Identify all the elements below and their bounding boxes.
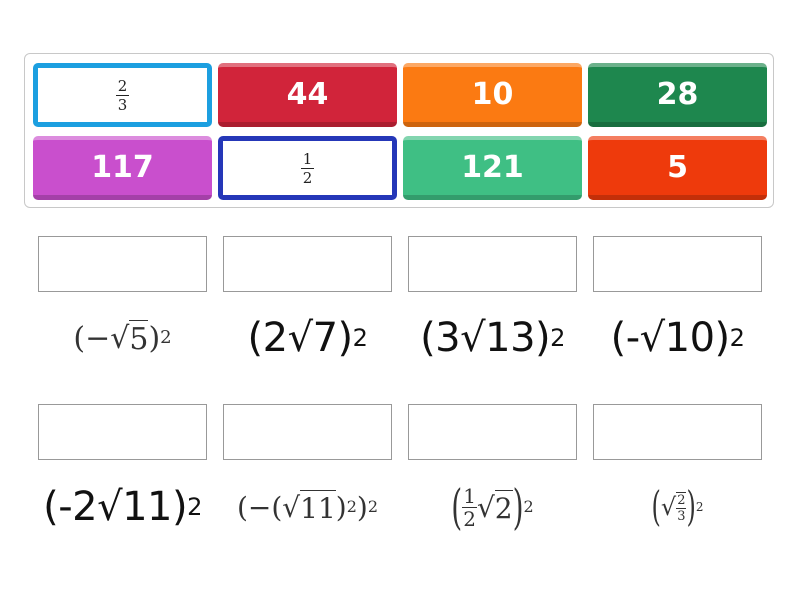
tile-fraction-2-3[interactable]: 2 3 bbox=[33, 63, 212, 127]
expression-neg-sqrt10-squared: (-√10) 2 bbox=[610, 315, 745, 361]
expression-neg-2sqrt11-squared: (-2√11) 2 bbox=[43, 484, 202, 530]
tile-10[interactable]: 10 bbox=[403, 63, 582, 127]
tile-label: 117 bbox=[91, 150, 154, 185]
drop-slot-2[interactable] bbox=[223, 236, 392, 292]
expression-neg-sqrt5-squared: (− √ 5) 2 bbox=[73, 319, 172, 357]
tile-label: 44 bbox=[286, 77, 329, 112]
drop-slot-6[interactable] bbox=[223, 404, 392, 460]
expression-sqrt-two-thirds-squared: (√ 2 3) 2 bbox=[651, 483, 704, 531]
drop-slot-7[interactable] bbox=[408, 404, 577, 460]
tile-label: 5 bbox=[667, 150, 688, 185]
tile-5[interactable]: 5 bbox=[588, 136, 767, 200]
tile-28[interactable]: 28 bbox=[588, 63, 767, 127]
fraction: 23 bbox=[676, 491, 687, 524]
tile-44[interactable]: 44 bbox=[218, 63, 397, 127]
drop-slot-5[interactable] bbox=[38, 404, 207, 460]
fraction: 12 bbox=[462, 483, 477, 531]
tile-117[interactable]: 117 bbox=[33, 136, 212, 200]
expression-neg-sqrt11-squared-squared: (−(√ 11) 2) 2 bbox=[236, 489, 379, 525]
fraction: 1 2 bbox=[300, 149, 315, 187]
drop-slot-1[interactable] bbox=[38, 236, 207, 292]
drop-slot-3[interactable] bbox=[408, 236, 577, 292]
tile-label: 28 bbox=[656, 77, 699, 112]
expression-3sqrt13-squared: (3√13) 2 bbox=[420, 315, 565, 361]
tile-label: 121 bbox=[461, 150, 524, 185]
answer-tray: 2 3 44 10 28 117 1 2 121 5 bbox=[24, 53, 774, 208]
tile-fraction-1-2[interactable]: 1 2 bbox=[218, 136, 397, 200]
drop-slot-8[interactable] bbox=[593, 404, 762, 460]
fraction: 2 3 bbox=[115, 76, 130, 114]
expression-half-sqrt2-squared: (1 2 √ 2) 2 bbox=[451, 478, 534, 536]
drop-slot-4[interactable] bbox=[593, 236, 762, 292]
tile-121[interactable]: 121 bbox=[403, 136, 582, 200]
tile-label: 10 bbox=[471, 77, 514, 112]
expression-2sqrt7-squared: (2√7) 2 bbox=[247, 315, 368, 361]
